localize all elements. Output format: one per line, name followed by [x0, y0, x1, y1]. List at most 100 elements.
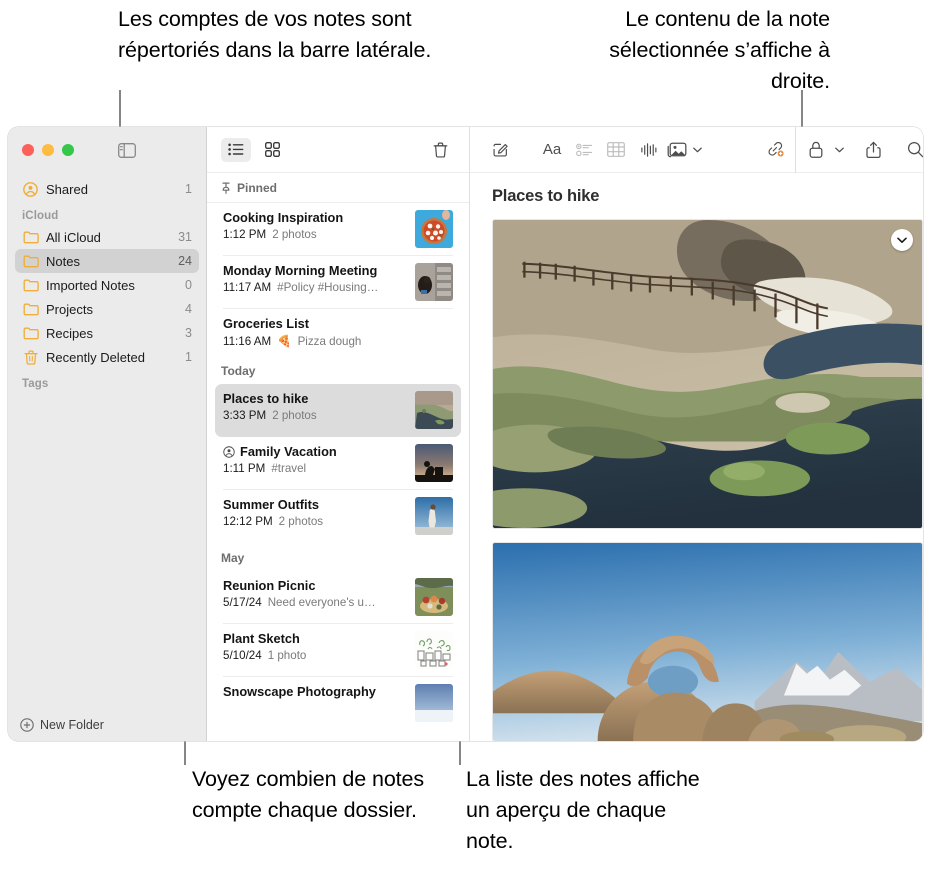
note-list-item[interactable]: Family Vacation 1:11 PM #travel: [215, 437, 461, 490]
note-item-time: 5/10/24: [223, 649, 262, 662]
note-photo-arch[interactable]: [492, 542, 923, 741]
toolbar-divider: [795, 127, 796, 173]
note-thumbnail: [415, 684, 453, 722]
note-list-item[interactable]: Reunion Picnic 5/17/24 Need everyone's u…: [215, 571, 461, 624]
chevron-down-icon: [897, 237, 907, 244]
sidebar-toggle-icon[interactable]: [118, 142, 136, 158]
note-title-text: Family Vacation: [240, 444, 337, 459]
photo-options-button[interactable]: [891, 229, 913, 251]
note-item-title: Snowscape Photography: [223, 684, 407, 700]
sidebar-item-all-icloud[interactable]: All iCloud 31: [15, 225, 199, 249]
shared-note-icon: [223, 446, 235, 458]
sidebar-item-count: 1: [185, 350, 192, 364]
sidebar-item-projects[interactable]: Projects 4: [15, 297, 199, 321]
gallery-view-button[interactable]: [257, 138, 287, 162]
media-dropdown-button[interactable]: [690, 137, 705, 163]
folder-icon: [22, 229, 39, 246]
note-item-text: Summer Outfits 12:12 PM 2 photos: [223, 497, 407, 528]
note-list-item[interactable]: Monday Morning Meeting 11:17 AM #Policy …: [215, 256, 461, 309]
trash-icon: [433, 142, 448, 158]
media-button[interactable]: [664, 137, 690, 163]
lock-dropdown-button[interactable]: [832, 137, 847, 163]
maximize-button[interactable]: [62, 144, 74, 156]
link-button[interactable]: [759, 137, 791, 163]
sidebar-item-imported-notes[interactable]: Imported Notes 0: [15, 273, 199, 297]
note-item-subtitle: 5/10/24 1 photo: [223, 649, 407, 662]
checklist-button[interactable]: [568, 137, 600, 163]
screenshot-root: Les comptes de vos notes sont répertorié…: [0, 0, 931, 870]
note-item-time: 11:16 AM: [223, 334, 272, 348]
note-list-item[interactable]: Cooking Inspiration 1:12 PM 2 photos: [215, 203, 461, 256]
list-view-button[interactable]: [221, 137, 251, 162]
close-button[interactable]: [22, 144, 34, 156]
sidebar-item-shared[interactable]: Shared 1: [15, 177, 199, 201]
new-folder-button[interactable]: New Folder: [8, 709, 206, 741]
note-item-subtitle: 11:16 AM 🍕 Pizza dough: [223, 334, 453, 349]
group-header-may: May: [207, 543, 469, 571]
note-list-item[interactable]: Snowscape Photography: [215, 677, 461, 730]
trash-icon: [22, 349, 39, 366]
delete-note-button[interactable]: [425, 138, 455, 162]
minimize-button[interactable]: [42, 144, 54, 156]
note-item-subtitle: 1:11 PM #travel: [223, 462, 407, 475]
note-content-area[interactable]: Places to hike: [470, 173, 923, 741]
note-item-title: Plant Sketch: [223, 631, 407, 647]
note-title-text: Plant Sketch: [223, 631, 300, 646]
notes-list-panel: Pinned Cooking Inspiration 1:12 PM 2 pho…: [207, 127, 470, 741]
note-list-item[interactable]: Summer Outfits 12:12 PM 2 photos: [215, 490, 461, 543]
callout-top-right: Le contenu de la note sélectionnée s’aff…: [609, 7, 830, 93]
note-item-time: 3:33 PM: [223, 409, 267, 422]
note-item-subtitle: 12:12 PM 2 photos: [223, 515, 407, 528]
sidebar-list: Shared 1 iCloud All iCloud 31 Notes 24 I…: [8, 173, 206, 709]
note-item-text: Snowscape Photography: [223, 684, 407, 700]
sidebar-item-label: Imported Notes: [46, 277, 135, 293]
group-header-today: Today: [207, 356, 469, 384]
sidebar-item-recipes[interactable]: Recipes 3: [15, 321, 199, 345]
group-header-pinned: Pinned: [207, 173, 469, 203]
note-item-preview: 1 photo: [267, 649, 307, 662]
sidebar-section-icloud: iCloud: [22, 210, 59, 222]
note-item-title: Groceries List: [223, 316, 453, 332]
note-thumbnail: [415, 391, 453, 429]
note-detail-toolbar: Aa: [470, 127, 923, 173]
format-button[interactable]: Aa: [536, 137, 568, 163]
search-button[interactable]: [899, 137, 923, 163]
note-item-text: Groceries List 11:16 AM 🍕 Pizza dough: [223, 316, 453, 348]
note-thumbnail: [415, 578, 453, 616]
sidebar-item-notes[interactable]: Notes 24: [15, 249, 199, 273]
note-item-preview-emoji: 🍕: [277, 335, 292, 348]
note-thumbnail: [415, 631, 453, 669]
search-icon: [907, 141, 924, 158]
notes-list-scroll[interactable]: Pinned Cooking Inspiration 1:12 PM 2 pho…: [207, 173, 469, 741]
sidebar-item-count: 4: [185, 302, 192, 316]
note-item-text: Plant Sketch 5/10/24 1 photo: [223, 631, 407, 662]
audio-button[interactable]: [632, 137, 664, 163]
lock-button[interactable]: [800, 137, 832, 163]
window-controls: [8, 127, 206, 173]
note-content-title: Places to hike: [492, 187, 600, 205]
list-view-icon: [228, 143, 244, 156]
note-title-text: Cooking Inspiration: [223, 210, 344, 225]
note-item-preview: 2 photos: [272, 228, 317, 241]
note-list-item[interactable]: Groceries List 11:16 AM 🍕 Pizza dough: [215, 309, 461, 356]
note-thumbnail: [415, 263, 453, 301]
note-list-item-selected[interactable]: Places to hike 3:33 PM 2 photos: [215, 384, 461, 437]
table-button[interactable]: [600, 137, 632, 163]
note-item-title: Places to hike: [223, 391, 407, 407]
note-title-text: Groceries List: [223, 316, 310, 331]
compose-note-button[interactable]: [484, 137, 516, 163]
note-photo-river[interactable]: [492, 219, 923, 529]
note-item-preview: Pizza dough: [297, 334, 362, 348]
checklist-icon: [575, 143, 593, 157]
note-item-text: Cooking Inspiration 1:12 PM 2 photos: [223, 210, 407, 241]
callout-bottom-right: La liste des notes affiche un aperçu de …: [466, 767, 700, 853]
folder-icon: [22, 301, 39, 318]
folder-icon: [22, 253, 39, 270]
share-button[interactable]: [857, 137, 889, 163]
note-thumbnail: [415, 210, 453, 248]
sidebar-item-count: 31: [178, 230, 192, 244]
note-item-text: Reunion Picnic 5/17/24 Need everyone's u…: [223, 578, 407, 609]
folder-icon: [22, 277, 39, 294]
note-list-item[interactable]: Plant Sketch 5/10/24 1 photo: [215, 624, 461, 677]
sidebar-item-recently-deleted[interactable]: Recently Deleted 1: [15, 345, 199, 369]
